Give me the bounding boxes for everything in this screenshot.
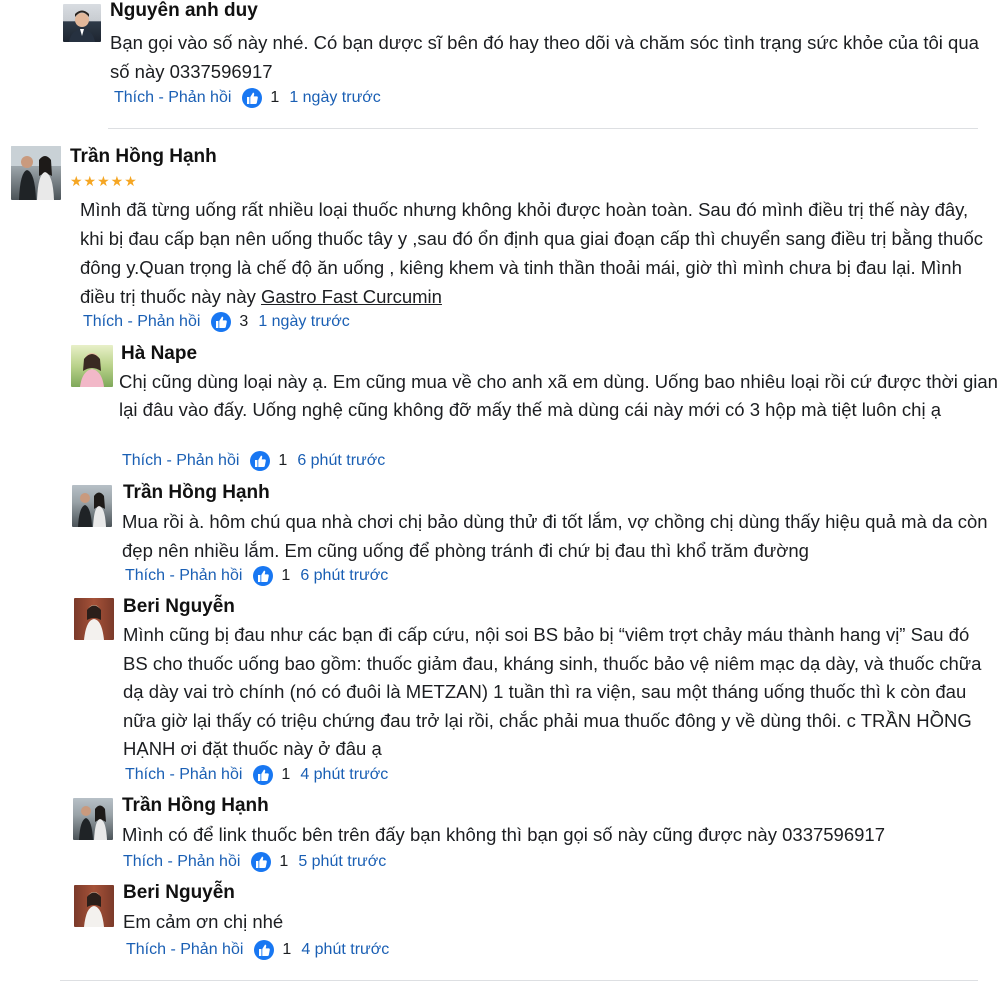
comment-time[interactable]: 4 phút trước	[301, 941, 389, 959]
comment-time[interactable]: 5 phút trước	[298, 853, 386, 871]
comment-text: Mua rồi à. hôm chú qua nhà chơi chị bảo …	[122, 511, 988, 561]
avatar[interactable]	[72, 485, 112, 527]
avatar[interactable]	[63, 4, 101, 42]
commenter-name[interactable]: Beri Nguyễn	[123, 882, 235, 904]
like-reply-link[interactable]: Thích - Phản hồi	[125, 567, 242, 585]
like-reply-link[interactable]: Thích - Phản hồi	[83, 313, 200, 331]
comment-time[interactable]: 1 ngày trước	[258, 313, 349, 331]
comment-text: Mình có để link thuốc bên trên đấy bạn k…	[122, 824, 885, 845]
like-reply-link[interactable]: Thích - Phản hồi	[122, 452, 239, 470]
like-count: 1	[278, 452, 288, 469]
like-count: 1	[270, 89, 280, 106]
commenter-name[interactable]: Trần Hồng Hạnh	[122, 795, 269, 817]
avatar[interactable]	[74, 885, 114, 927]
comment-actions: Thích - Phản hồi 1 4 phút trước	[126, 940, 389, 960]
commenter-name[interactable]: Nguyên anh duy	[110, 0, 258, 22]
like-reply-link[interactable]: Thích - Phản hồi	[126, 941, 243, 959]
avatar[interactable]	[71, 345, 113, 387]
divider	[108, 128, 978, 129]
avatar[interactable]	[73, 798, 113, 840]
like-reply-link[interactable]: Thích - Phản hồi	[123, 853, 240, 871]
comment-actions: Thích - Phản hồi 1 5 phút trước	[123, 852, 386, 872]
commenter-name[interactable]: Beri Nguyễn	[123, 596, 235, 618]
commenter-name[interactable]: Trần Hồng Hạnh	[70, 146, 217, 168]
thumbs-up-icon	[250, 451, 271, 471]
like-count: 1	[281, 567, 291, 584]
comment-text: Mình đã từng uống rất nhiều loại thuốc n…	[80, 195, 990, 311]
like-count: 1	[281, 766, 291, 783]
comment-text: Mình cũng bị đau như các bạn đi cấp cứu,…	[123, 624, 982, 759]
comment-text: Chị cũng dùng loại này ạ. Em cũng mua về…	[119, 371, 998, 420]
comment-actions: Thích - Phản hồi 1 6 phút trước	[125, 566, 388, 586]
thumbs-up-icon	[253, 566, 274, 586]
comment-time[interactable]: 1 ngày trước	[289, 89, 380, 107]
comment-text: Bạn gọi vào số này nhé. Có bạn dược sĩ b…	[110, 32, 979, 82]
thumbs-up-icon	[253, 765, 274, 785]
avatar[interactable]	[11, 146, 61, 200]
comment-body: Mình đã từng uống rất nhiều loại thuốc n…	[80, 199, 984, 307]
rating-stars: ★★★★★	[70, 173, 138, 189]
like-reply-link[interactable]: Thích - Phản hồi	[125, 766, 242, 784]
thumbs-up-icon	[254, 940, 275, 960]
comment-actions: Thích - Phản hồi 3 1 ngày trước	[83, 312, 350, 332]
like-count: 1	[282, 941, 292, 958]
product-link[interactable]: Gastro Fast Curcumin	[261, 286, 442, 307]
comment-time[interactable]: 6 phút trước	[300, 567, 388, 585]
thumbs-up-icon	[211, 312, 232, 332]
like-count: 3	[239, 313, 249, 330]
comment-time[interactable]: 6 phút trước	[297, 452, 385, 470]
comment-actions: Thích - Phản hồi 1 6 phút trước	[122, 451, 385, 471]
comment-time[interactable]: 4 phút trước	[300, 766, 388, 784]
like-reply-link[interactable]: Thích - Phản hồi	[114, 89, 231, 107]
comment-actions: Thích - Phản hồi 1 4 phút trước	[125, 765, 388, 785]
thumbs-up-icon	[251, 852, 272, 872]
like-count: 1	[279, 853, 289, 870]
avatar[interactable]	[74, 598, 114, 640]
commenter-name[interactable]: Hà Nape	[121, 343, 197, 365]
commenter-name[interactable]: Trần Hồng Hạnh	[123, 482, 270, 504]
comment-actions: Thích - Phản hồi 1 1 ngày trước	[114, 88, 381, 108]
divider	[60, 980, 978, 981]
comment-text: Em cảm ơn chị nhé	[123, 911, 284, 932]
thumbs-up-icon	[242, 88, 263, 108]
